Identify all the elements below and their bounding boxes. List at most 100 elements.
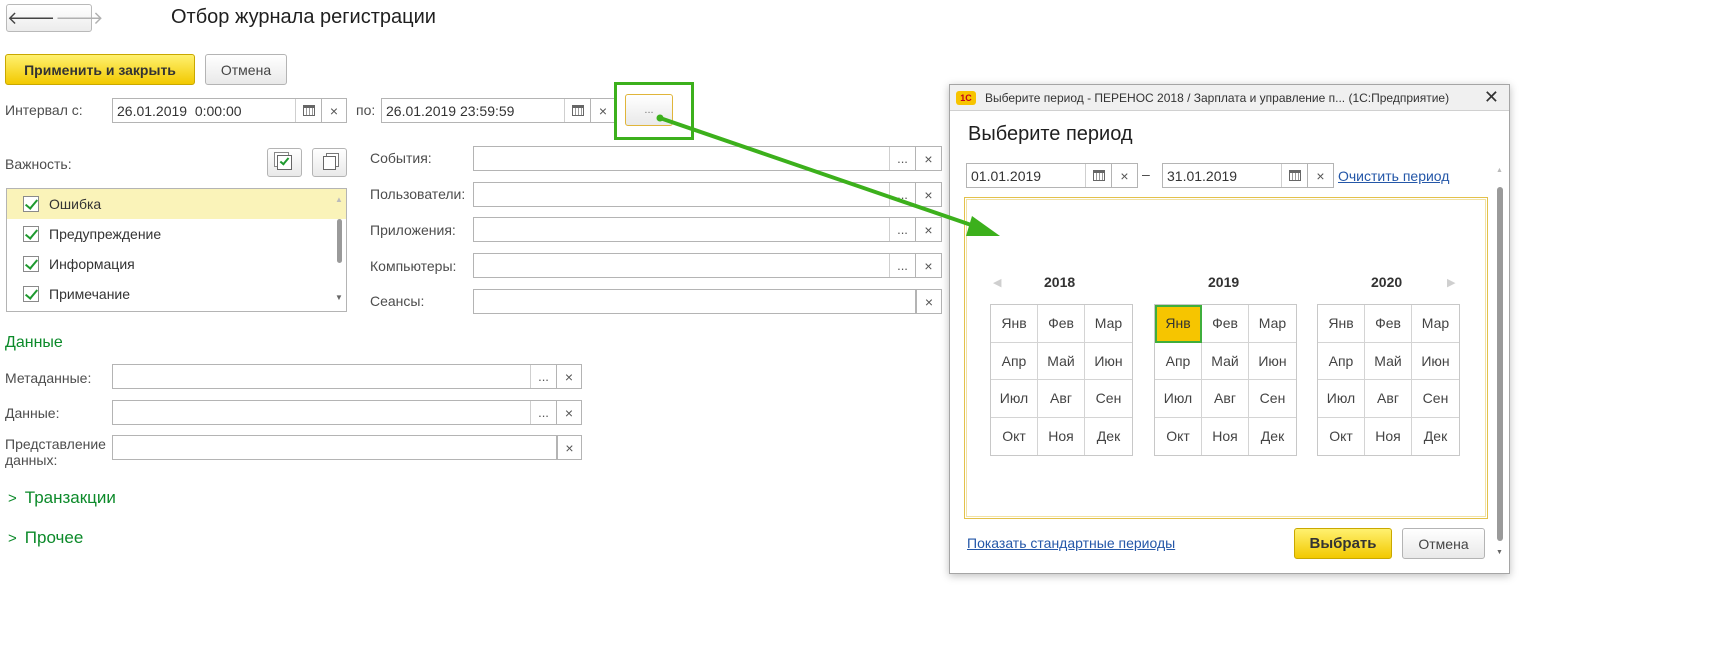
month-cell[interactable]: Май [1202, 342, 1249, 380]
calendar-button[interactable] [295, 99, 321, 122]
back-button[interactable]: 🡐 [7, 5, 55, 31]
apply-close-button[interactable]: Применить и закрыть [5, 54, 195, 85]
scroll-up-icon[interactable]: ▲ [1496, 167, 1503, 174]
date-to-clear[interactable]: × [1308, 163, 1334, 188]
month-cell[interactable]: Ноя [1038, 417, 1085, 455]
month-cell[interactable]: Апр [1318, 342, 1365, 380]
scroll-up-icon[interactable]: ▲ [335, 195, 343, 204]
uncheck-all-button[interactable] [312, 148, 347, 177]
date-from-field[interactable]: 01.01.2019 [966, 163, 1112, 188]
month-cell[interactable]: Авг [1365, 380, 1412, 418]
date-to-value[interactable]: 31.01.2019 [1163, 164, 1281, 187]
sessions-field[interactable] [473, 289, 916, 314]
month-cell[interactable]: Окт [991, 417, 1038, 455]
users-clear[interactable]: × [916, 182, 942, 207]
select-period-button[interactable]: Выбрать [1294, 528, 1392, 559]
month-cell[interactable]: Авг [1202, 380, 1249, 418]
list-item[interactable]: Предупреждение [7, 219, 346, 249]
month-cell[interactable]: Ноя [1202, 417, 1249, 455]
users-value[interactable] [474, 183, 889, 206]
month-cell[interactable]: Июл [991, 380, 1038, 418]
events-value[interactable] [474, 147, 889, 170]
computers-field[interactable]: ... [473, 253, 916, 278]
month-cell[interactable]: Янв [991, 305, 1038, 343]
month-cell[interactable]: Сен [1085, 380, 1132, 418]
month-cell[interactable]: Сен [1412, 380, 1459, 418]
data-clear[interactable]: × [557, 400, 582, 425]
select-button[interactable]: ... [889, 218, 915, 241]
month-cell[interactable]: Окт [1155, 417, 1202, 455]
importance-list[interactable]: Ошибка Предупреждение Информация Примеча… [6, 188, 347, 312]
list-item[interactable]: Ошибка [7, 189, 346, 219]
close-icon[interactable]: ✕ [1484, 87, 1499, 108]
computers-clear[interactable]: × [916, 253, 942, 278]
users-field[interactable]: ... [473, 182, 916, 207]
month-cell[interactable]: Июл [1318, 380, 1365, 418]
month-cell[interactable]: Фев [1365, 305, 1412, 343]
dialog-cancel-button[interactable]: Отмена [1402, 528, 1485, 559]
calendar-button[interactable] [1281, 164, 1307, 187]
month-cell[interactable]: Дек [1085, 418, 1132, 456]
checkbox[interactable] [23, 196, 39, 212]
cancel-button[interactable]: Отмена [205, 54, 287, 85]
next-year-icon[interactable]: ▶ [1447, 276, 1455, 289]
sessions-clear[interactable]: × [916, 289, 942, 314]
month-cell[interactable]: Апр [991, 342, 1038, 380]
month-cell[interactable]: Июл [1155, 380, 1202, 418]
select-button[interactable]: ... [889, 147, 915, 170]
select-button[interactable]: ... [889, 254, 915, 277]
interval-to-clear[interactable]: × [591, 98, 616, 123]
select-button[interactable]: ... [889, 183, 915, 206]
scroll-thumb[interactable] [1497, 187, 1503, 541]
calendar-button[interactable] [564, 99, 590, 122]
apps-clear[interactable]: × [916, 217, 942, 242]
apps-value[interactable] [474, 218, 889, 241]
month-cell[interactable]: Май [1038, 342, 1085, 380]
choose-period-button[interactable]: ... [625, 94, 673, 126]
events-field[interactable]: ... [473, 146, 916, 171]
month-cell[interactable]: Янв [1318, 305, 1365, 343]
list-item[interactable]: Информация [7, 249, 346, 279]
month-cell[interactable]: Мар [1412, 305, 1459, 343]
month-cell[interactable]: Окт [1318, 417, 1365, 455]
checkbox[interactable] [23, 256, 39, 272]
data-value[interactable] [113, 401, 530, 424]
interval-from-value[interactable]: 26.01.2019 0:00:00 [113, 99, 295, 122]
data-representation-clear[interactable]: × [557, 435, 582, 460]
calendar-button[interactable] [1085, 164, 1111, 187]
interval-from-clear[interactable]: × [322, 98, 347, 123]
month-cell-selected[interactable]: Янв [1155, 305, 1202, 343]
date-from-clear[interactable]: × [1112, 163, 1138, 188]
computers-value[interactable] [474, 254, 889, 277]
dialog-titlebar[interactable]: 1С Выберите период - ПЕРЕНОС 2018 / Зарп… [950, 85, 1509, 111]
month-cell[interactable]: Дек [1249, 418, 1296, 456]
checkbox[interactable] [23, 286, 39, 302]
metadata-value[interactable] [113, 365, 530, 388]
list-item[interactable]: Примечание [7, 279, 346, 309]
scroll-thumb[interactable] [337, 219, 342, 263]
data-representation-field[interactable] [112, 435, 557, 460]
metadata-clear[interactable]: × [557, 364, 582, 389]
month-cell[interactable]: Мар [1249, 305, 1296, 343]
month-cell[interactable]: Май [1365, 342, 1412, 380]
select-button[interactable]: ... [530, 401, 556, 424]
metadata-field[interactable]: ... [112, 364, 557, 389]
month-cell[interactable]: Сен [1249, 380, 1296, 418]
forward-button[interactable]: 🡒 [55, 5, 103, 31]
checkbox[interactable] [23, 226, 39, 242]
dialog-scrollbar[interactable]: ▲ ▼ [1495, 167, 1505, 567]
transactions-group-toggle[interactable]: > Транзакции [8, 488, 116, 508]
month-cell[interactable]: Июн [1085, 343, 1132, 380]
sessions-value[interactable] [474, 290, 915, 313]
apps-field[interactable]: ... [473, 217, 916, 242]
events-clear[interactable]: × [916, 146, 942, 171]
interval-to-field[interactable]: 26.01.2019 23:59:59 [381, 98, 591, 123]
month-cell[interactable]: Ноя [1365, 417, 1412, 455]
month-cell[interactable]: Дек [1412, 418, 1459, 456]
month-cell[interactable]: Фев [1038, 305, 1085, 343]
show-standard-periods-link[interactable]: Показать стандартные периоды [967, 535, 1175, 551]
month-cell[interactable]: Июн [1249, 343, 1296, 380]
data-field[interactable]: ... [112, 400, 557, 425]
month-cell[interactable]: Апр [1155, 342, 1202, 380]
interval-to-value[interactable]: 26.01.2019 23:59:59 [382, 99, 564, 122]
